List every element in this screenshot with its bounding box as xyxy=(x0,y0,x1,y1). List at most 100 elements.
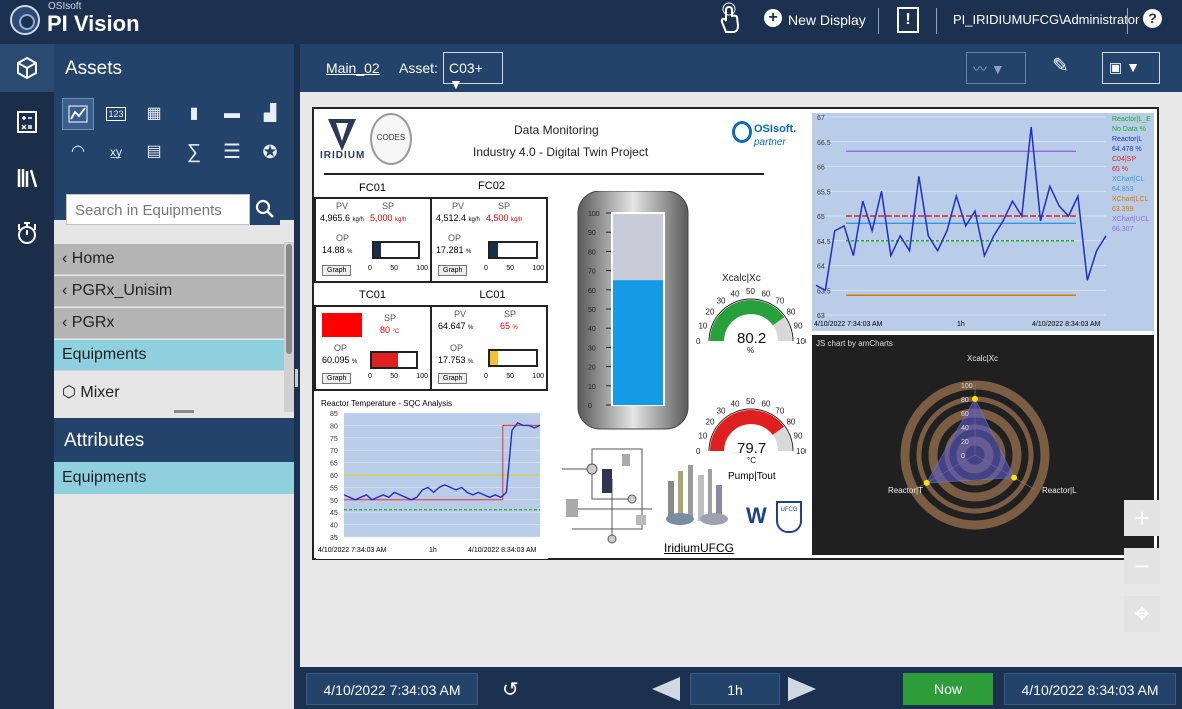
lc01-op: 17.753 xyxy=(438,355,466,365)
touch-icon[interactable] xyxy=(716,2,740,34)
ufcg-text: UFCG xyxy=(780,507,798,513)
crumb-pgrx[interactable]: ‹ PGRx xyxy=(54,308,286,339)
trend-start: 4/10/2022 7:34:03 AM xyxy=(814,321,883,328)
search-icon[interactable] xyxy=(250,194,280,225)
user-account[interactable]: PI_IRIDIUMUFCG\Administrator xyxy=(953,12,1139,27)
resize-handle[interactable] xyxy=(174,410,194,413)
asset-comparison-icon[interactable]: ▤ xyxy=(138,136,170,168)
help-icon[interactable]: ? xyxy=(1143,9,1162,28)
sqc-y-tick: 40 xyxy=(330,523,338,530)
stopwatch-icon[interactable] xyxy=(16,220,38,246)
mixer-item[interactable]: ⬡ Mixer xyxy=(54,374,286,410)
zoom-out-button[interactable]: − xyxy=(1124,548,1160,584)
reactor-trend[interactable]: 67 66.5 66 65.5 65 64.5 64 63.5 63 Reactor|L_E No… xyxy=(812,113,1154,331)
asset-select[interactable]: C03+ ▼ xyxy=(443,52,503,92)
value-symbol-icon[interactable]: 123 xyxy=(100,98,132,130)
lc01-sp: 65 xyxy=(500,321,511,331)
trend-symbol-icon[interactable] xyxy=(62,98,94,130)
tick: 100 xyxy=(416,373,428,380)
gauge-value: 80.2 xyxy=(737,330,766,347)
fc02-sp: 4,500 xyxy=(486,213,509,223)
brand-name[interactable]: PI Vision xyxy=(47,11,140,37)
tc01-sp-label: SP xyxy=(384,313,397,323)
calculator-icon[interactable] xyxy=(16,110,38,134)
legend-entry-value: 64.478 % xyxy=(1112,146,1142,153)
xcalc-gauge: Xcalc|Xc010203040506070809010080.2% xyxy=(696,273,806,355)
fit-screen-button[interactable]: ✥ xyxy=(1124,596,1160,632)
tick: 50 xyxy=(506,265,514,272)
cube-icon[interactable] xyxy=(16,56,38,80)
sqc-span: 1h xyxy=(429,547,437,554)
sigma-icon[interactable]: ∑ xyxy=(178,136,210,168)
xy-plot-icon[interactable]: x͟y xyxy=(100,136,132,168)
gauge-unit: °C xyxy=(747,456,756,465)
refinery-icon xyxy=(666,465,728,525)
edit-icon[interactable]: ✎ xyxy=(1052,53,1074,83)
start-time-input[interactable]: 4/10/2022 7:34:03 AM xyxy=(306,673,478,705)
scrollbar-thumb[interactable] xyxy=(286,244,292,354)
sqc-y-tick: 55 xyxy=(330,485,338,492)
tank-tick: 100 xyxy=(588,211,600,218)
fc02-graph-button[interactable]: Graph xyxy=(438,265,468,276)
list-icon[interactable]: ☰ xyxy=(216,136,248,168)
crumb-home[interactable]: ‹ Home xyxy=(54,244,286,275)
tank-tick: 80 xyxy=(588,249,596,256)
bar-chart-icon[interactable]: ▟ xyxy=(254,98,286,130)
equipments-item[interactable]: Equipments xyxy=(54,340,286,371)
radar-chart[interactable]: JS chart by amCharts 100 80 60 40 20 0 Xcalc|X… xyxy=(812,335,1154,555)
equipment-search-input[interactable]: Search in Equipments xyxy=(66,194,250,225)
left-rail xyxy=(0,44,54,709)
sqc-y-tick: 70 xyxy=(330,448,338,455)
alert-icon[interactable]: ! xyxy=(897,7,919,33)
divider-grip[interactable] xyxy=(295,369,298,387)
events-badge-icon[interactable]: ✪ xyxy=(254,136,286,168)
horizontal-gauge-icon[interactable]: ▬ xyxy=(216,98,248,130)
fc01-sp: 5,000 xyxy=(370,213,393,223)
mixer-label: Mixer xyxy=(80,384,120,401)
tank-level: 1009080706050403020100 xyxy=(577,191,689,430)
gauge-tick: 60 xyxy=(761,399,770,408)
pump-label: Pump|Tout xyxy=(728,471,776,482)
plus-circle-icon[interactable]: + xyxy=(764,9,782,27)
vertical-gauge-icon[interactable]: ▮ xyxy=(178,98,210,130)
gauge-tick: 40 xyxy=(731,399,740,408)
table-symbol-icon[interactable]: ▦ xyxy=(138,98,170,130)
pi-vision-logo[interactable] xyxy=(10,5,40,35)
forward-arrow-icon[interactable] xyxy=(788,677,816,701)
sqc-trend[interactable]: Reactor Temperature - SQC Analysis 85 80 7… xyxy=(316,397,548,559)
iridium-ufcg-link[interactable]: IridiumUFCG xyxy=(664,541,734,555)
gauge-tick: 40 xyxy=(731,289,740,298)
back-arrow-icon[interactable] xyxy=(652,677,680,701)
trend-options-button[interactable]: 〰 ▼ xyxy=(966,52,1026,84)
fc02-pv: 4,512.4 xyxy=(436,213,467,223)
gauge-tick: 10 xyxy=(698,432,707,441)
library-icon[interactable] xyxy=(16,166,38,190)
zoom-in-button[interactable]: + xyxy=(1124,500,1160,536)
end-time-input[interactable]: 4/10/2022 8:34:03 AM xyxy=(1004,673,1176,705)
header-subtitle: Industry 4.0 - Digital Twin Project xyxy=(473,145,649,159)
new-display-button[interactable]: New Display xyxy=(788,12,866,28)
gauge-tick: 50 xyxy=(746,287,755,296)
header-title: Data Monitoring xyxy=(514,123,599,137)
now-button[interactable]: Now xyxy=(903,673,993,705)
radar-axis-label: Xcalc|Xc xyxy=(967,354,998,363)
radial-gauge-icon[interactable]: ◠ xyxy=(62,136,94,168)
lc01-graph-button[interactable]: Graph xyxy=(438,373,468,384)
display-area: Main_02 Asset: C03+ ▼ 〰 ▼ ✎ ▣ ▼ IRIDIUM … xyxy=(300,44,1182,667)
display-name[interactable]: Main_02 xyxy=(326,60,380,76)
refresh-icon[interactable]: ↺ xyxy=(502,677,519,702)
save-button[interactable]: ▣ ▼ xyxy=(1102,52,1160,84)
crumb-pgrx-unisim[interactable]: ‹ PGRx_Unisim xyxy=(54,276,286,307)
radar-axis-label: Reactor|T xyxy=(888,486,923,495)
tc01-graph-button[interactable]: Graph xyxy=(322,373,352,384)
legend-entry-name: Reactor|L_E xyxy=(1112,116,1151,123)
legend-entry-value: No Data % xyxy=(1112,126,1146,133)
fc01-graph-button[interactable]: Graph xyxy=(322,265,352,276)
attributes-equipments-item[interactable]: Equipments xyxy=(54,462,294,494)
tc01-sp-unit: °C xyxy=(392,329,400,335)
iridium-text: IRIDIUM xyxy=(320,150,366,161)
radar-tick: 0 xyxy=(961,453,965,460)
sqc-plot: 85 80 75 70 65 60 55 50 45 40 35 xyxy=(330,411,541,542)
duration-input[interactable]: 1h xyxy=(690,673,780,705)
fc02-faceplate: PV SP 4,512.4 kg/h 4,500 kg/h OP 17.281 … xyxy=(430,197,548,283)
